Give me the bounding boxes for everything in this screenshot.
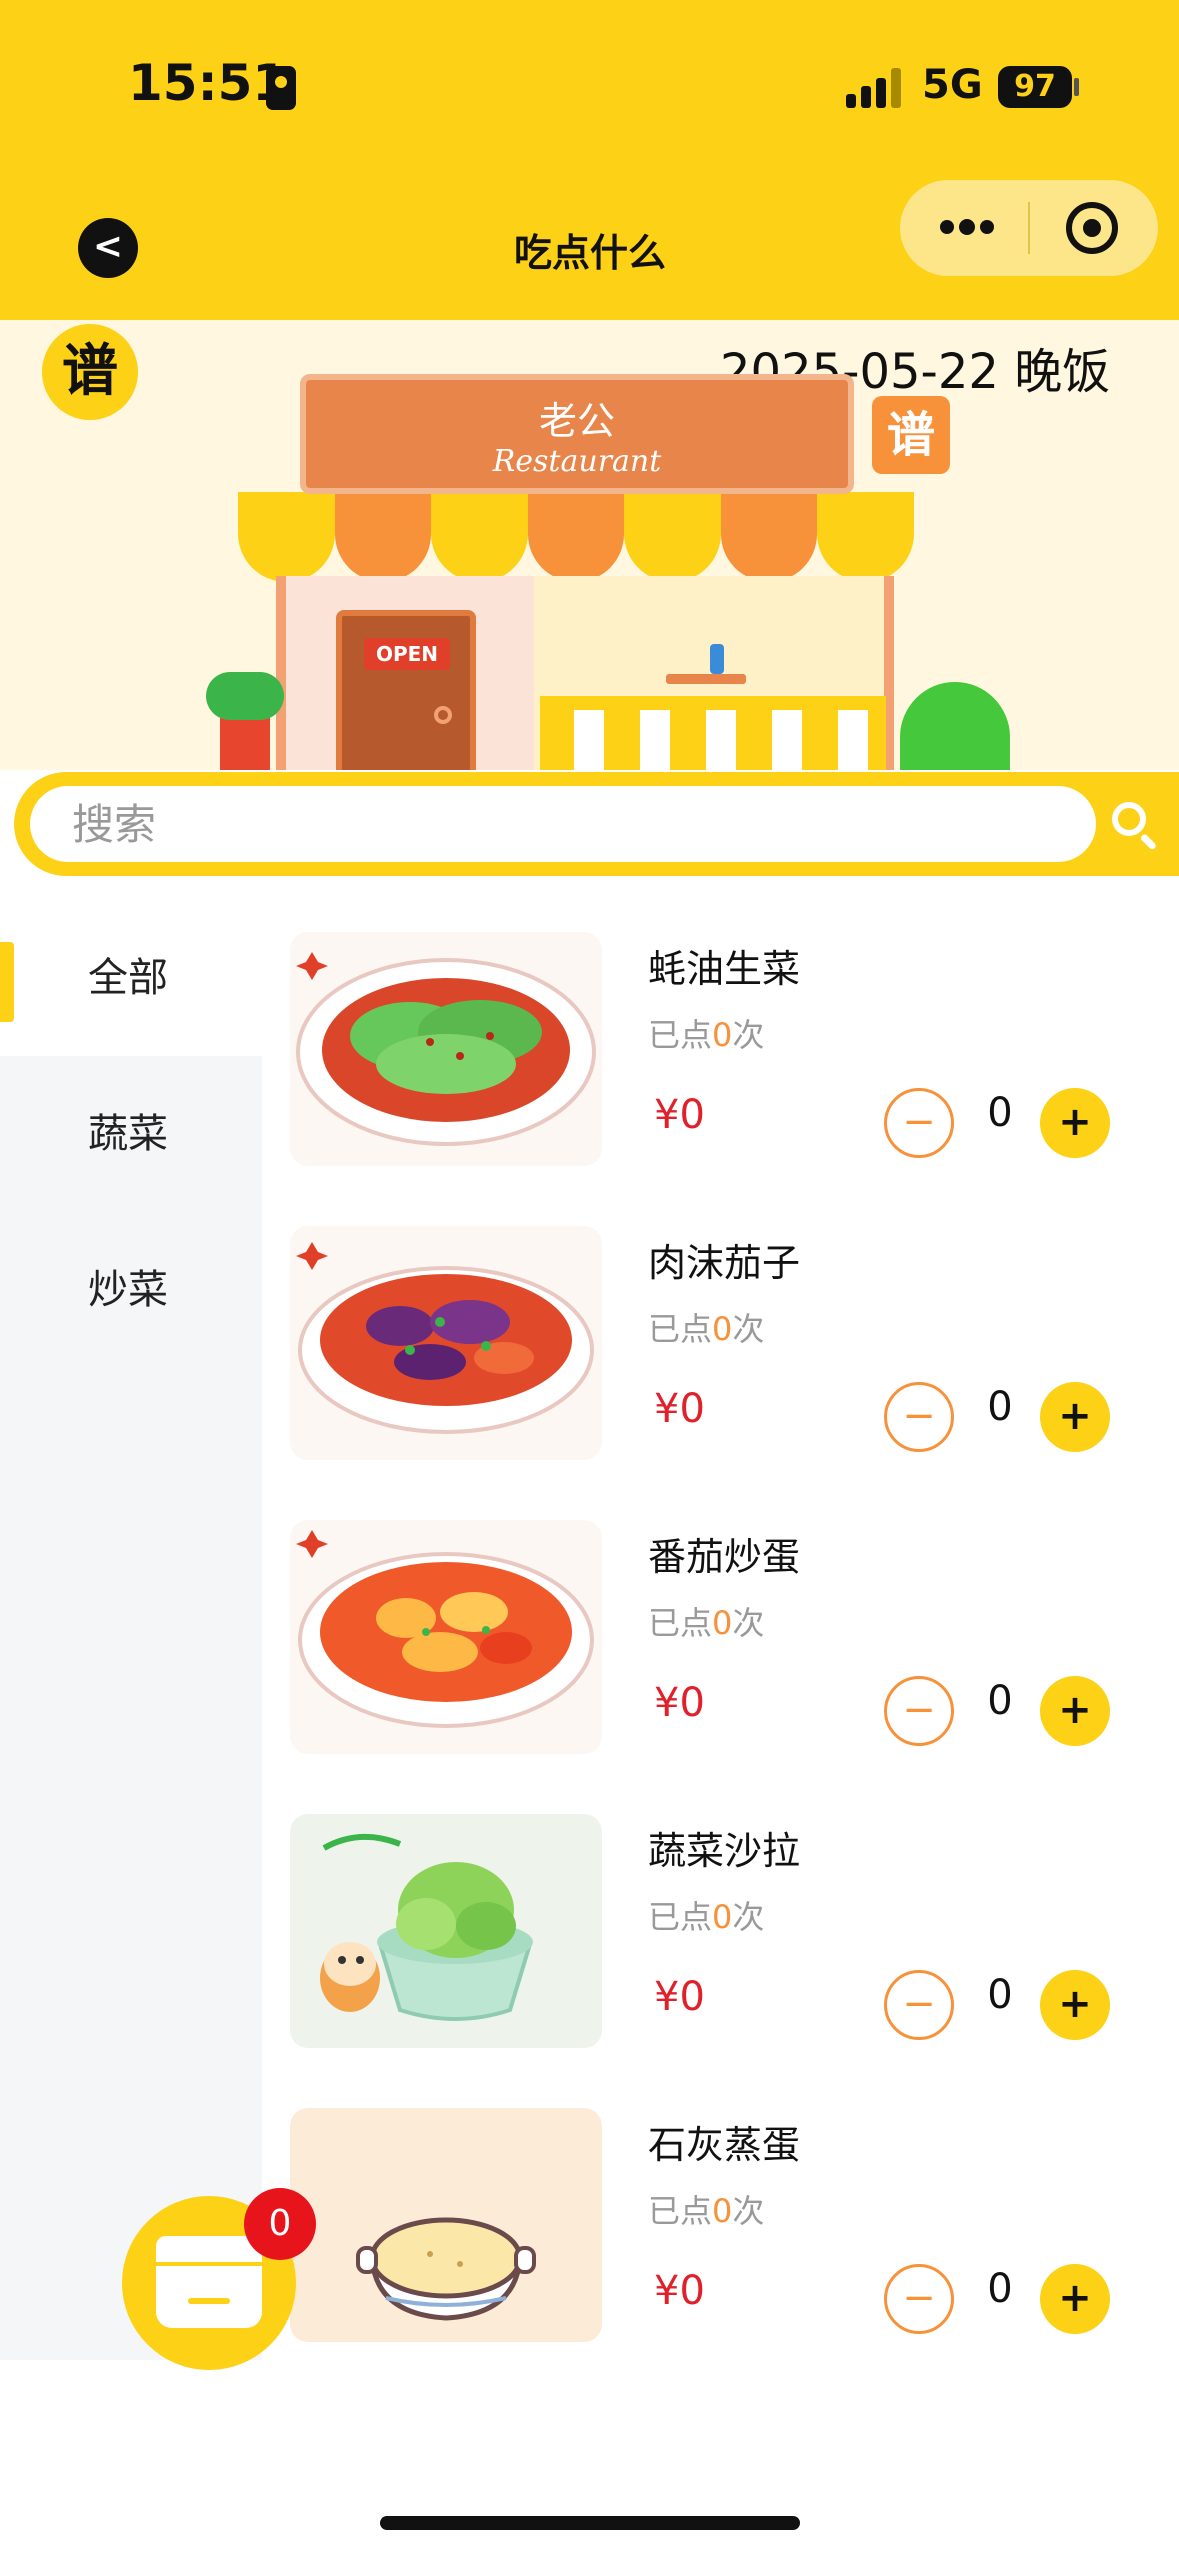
dish-item: 蔬菜沙拉 已点0次 ¥0 − 0 + [290,1814,1170,2108]
decrease-button[interactable]: − [884,2264,954,2334]
dish-image-tomato-egg[interactable] [290,1520,602,1754]
dish-price: ¥0 [654,1974,705,2020]
potted-plant-icon [206,672,284,770]
app-logo: 谱 [42,324,138,420]
dish-item: 蚝油生菜 已点0次 ¥0 − 0 + [290,932,1170,1226]
decrease-button[interactable]: − [884,1088,954,1158]
category-stir-fry[interactable]: 炒菜 [0,1212,262,1368]
dish-name: 蚝油生菜 [648,947,801,991]
page-title: 吃点什么 [513,231,666,275]
dish-price: ¥0 [654,1092,705,1138]
store-sign: 老公 Restaurant [300,374,854,494]
dish-price: ¥0 [654,2268,705,2314]
network-type: 5G [922,62,983,108]
dish-image-salad[interactable] [290,1814,602,2048]
search-bar [14,772,1179,876]
top-bar: 15:51 5G 97 < 吃点什么 [0,0,1179,320]
fence [540,696,886,770]
dish-name: 石灰蒸蛋 [648,2123,801,2167]
dish-order-count: 已点0次 [648,2192,765,2230]
status-time: 15:51 [128,54,288,112]
search-icon[interactable] [1104,794,1164,854]
dish-name: 肉沫茄子 [648,1241,801,1285]
restaurant-banner: 谱 2025-05-22 晚饭 OPEN 老公 Restaurant 谱 [0,320,1179,770]
increase-button[interactable]: + [1040,1382,1110,1452]
decrease-button[interactable]: − [884,1676,954,1746]
close-miniprogram-icon[interactable] [1066,202,1118,254]
back-button[interactable]: < [78,218,138,278]
more-icon[interactable] [936,214,996,242]
shop-icon [156,2236,262,2328]
battery-icon: 97 [998,66,1072,108]
door-knob [434,706,452,724]
vase-icon [710,644,724,674]
category-all[interactable]: 全部 [0,900,262,1056]
increase-button[interactable]: + [1040,1970,1110,2040]
bush-icon [900,682,1010,770]
quantity-value: 0 [987,1090,1013,1136]
dish-list: 蚝油生菜 已点0次 ¥0 − 0 + 肉沫茄子 已点0次 ¥0 − 0 + 番茄… [290,932,1170,2402]
dish-image-lettuce[interactable] [290,932,602,1166]
increase-button[interactable]: + [1040,1676,1110,1746]
dish-item: 石灰蒸蛋 已点0次 ¥0 − 0 + [290,2108,1170,2402]
mini-program-capsule [900,180,1158,276]
table-icon [666,674,746,684]
quantity-value: 0 [987,1384,1013,1430]
dish-price: ¥0 [654,1680,705,1726]
store-awning [238,492,915,582]
dish-image-eggplant[interactable] [290,1226,602,1460]
dish-order-count: 已点0次 [648,1604,765,1642]
recipe-tag-icon: 谱 [872,396,950,474]
search-input[interactable] [30,786,1096,862]
capsule-divider [1028,202,1030,254]
home-indicator[interactable] [380,2516,800,2530]
dish-item: 肉沫茄子 已点0次 ¥0 − 0 + [290,1226,1170,1520]
dish-price: ¥0 [654,1386,705,1432]
dish-order-count: 已点0次 [648,1898,765,1936]
category-sidebar: 全部 蔬菜 炒菜 [0,900,262,2360]
store-door-icon [336,610,476,770]
category-vegetables[interactable]: 蔬菜 [0,1056,262,1212]
increase-button[interactable]: + [1040,2264,1110,2334]
dish-name: 蔬菜沙拉 [648,1829,801,1873]
signal-icon [846,68,902,108]
quantity-value: 0 [987,1678,1013,1724]
dish-order-count: 已点0次 [648,1016,765,1054]
dish-order-count: 已点0次 [648,1310,765,1348]
decrease-button[interactable]: − [884,1382,954,1452]
dish-image-steamed-egg[interactable] [290,2108,602,2342]
cart-count-badge: 0 [244,2188,316,2260]
quantity-value: 0 [987,2266,1013,2312]
increase-button[interactable]: + [1040,1088,1110,1158]
dish-name: 番茄炒蛋 [648,1535,801,1579]
store-name: 老公 [538,399,615,443]
focus-mode-icon [266,66,296,110]
decrease-button[interactable]: − [884,1970,954,2040]
quantity-value: 0 [987,1972,1013,2018]
store-subtitle: Restaurant [492,444,662,479]
open-sign: OPEN [364,638,450,670]
battery-tip [1074,78,1079,96]
dish-item: 番茄炒蛋 已点0次 ¥0 − 0 + [290,1520,1170,1814]
